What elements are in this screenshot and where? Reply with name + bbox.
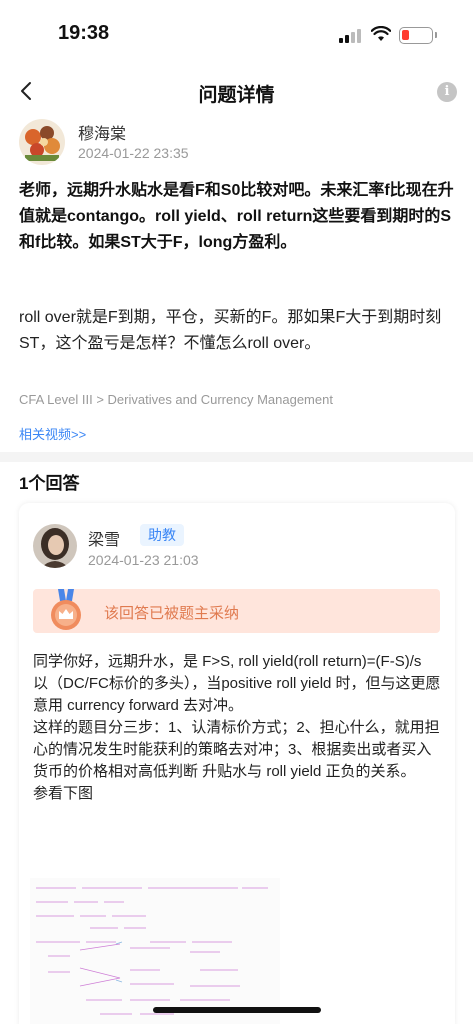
answer-author-avatar[interactable] — [33, 524, 77, 568]
question-category-breadcrumb[interactable]: CFA Level III > Derivatives and Currency… — [19, 392, 333, 407]
page-title: 问题详情 — [198, 85, 275, 106]
status-bar: 19:38 — [0, 0, 473, 62]
home-indicator[interactable] — [153, 1007, 321, 1013]
question-body: roll over就是F到期，平仓，买新的F。那如果F大于到期时刻ST，这个盈亏… — [19, 309, 442, 352]
answer-handwritten-notes-image[interactable] — [30, 878, 280, 1024]
answer-body: 同学你好，远期升水，是 F>S, roll yield(roll return)… — [33, 651, 443, 805]
answer-timestamp: 2024-01-23 21:03 — [88, 552, 199, 568]
answer-count: 1个回答 — [19, 474, 80, 493]
section-divider — [0, 452, 473, 462]
accepted-answer-text: 该回答已被题主采纳 — [104, 605, 240, 622]
nav-header: 问题详情 i — [0, 62, 473, 120]
question-timestamp: 2024-01-22 23:35 — [78, 145, 189, 161]
teaching-assistant-badge: 助教 — [140, 524, 184, 546]
status-time: 19:38 — [58, 22, 110, 44]
related-videos-link[interactable]: 相关视频>> — [19, 424, 86, 443]
answer-author-name[interactable]: 梁雪 — [88, 526, 120, 550]
answer-line: 以（DC/FC标价的多头），当positive roll yield 时，但与这… — [33, 675, 441, 714]
medal-icon — [51, 589, 81, 630]
battery-cap — [435, 32, 437, 38]
question-author-name[interactable]: 穆海棠 — [78, 120, 126, 144]
question-body-bold: 老师，远期升水贴水是看F和S0比较对吧。未来汇率f比现在升值就是contango… — [19, 182, 454, 251]
answer-line: 这样的题目分三步：1、认清标价方式；2、担心什么，就用担心的情况发生时能获利的策… — [33, 719, 440, 780]
answer-line: 同学你好，远期升水，是 F>S, roll yield(roll return)… — [33, 653, 422, 670]
wifi-icon — [371, 26, 391, 41]
cellular-signal-icon — [339, 29, 363, 43]
question-author-avatar[interactable] — [19, 119, 65, 165]
info-icon[interactable]: i — [437, 82, 457, 102]
battery-icon — [399, 27, 433, 44]
answer-line: 参看下图 — [33, 785, 94, 802]
